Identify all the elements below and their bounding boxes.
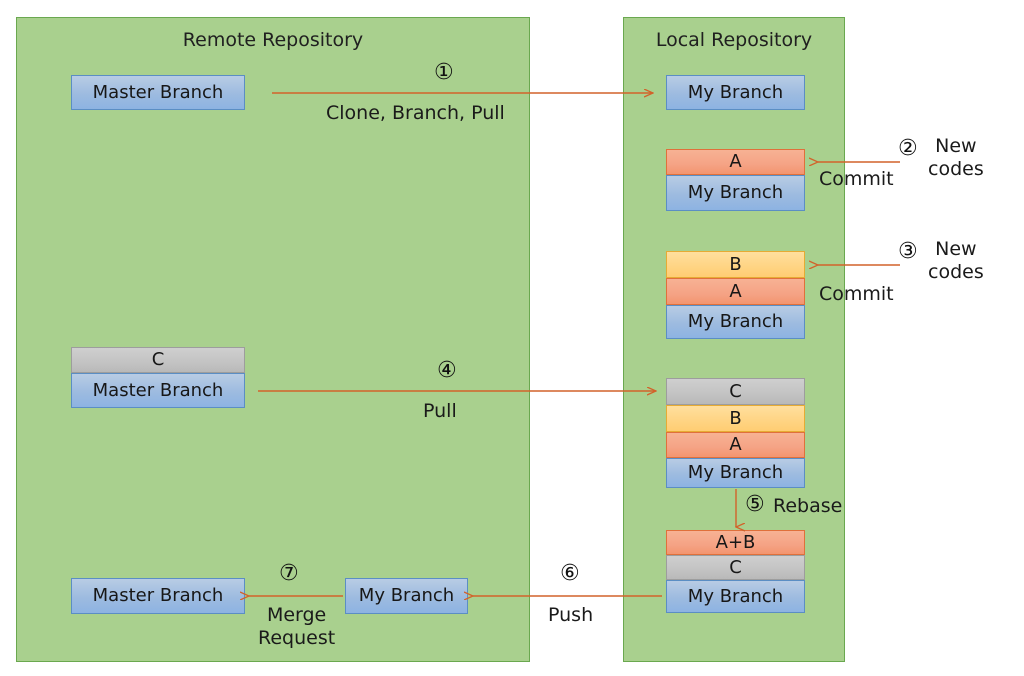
step-1-number: ① <box>434 60 454 85</box>
local-my-branch-3[interactable]: My Branch <box>666 305 805 339</box>
remote-master-branch-mid[interactable]: Master Branch <box>71 373 245 408</box>
step-3-number: ③ <box>898 239 918 264</box>
step-5-label: Rebase <box>773 495 843 517</box>
step-2-label: Commit <box>819 168 894 190</box>
local-commit-b-2[interactable]: B <box>666 405 805 432</box>
local-commit-c-1[interactable]: C <box>666 378 805 405</box>
local-commit-c-2[interactable]: C <box>666 555 805 580</box>
step-4-label: Pull <box>423 400 457 422</box>
step-1-label: Clone, Branch, Pull <box>326 102 505 124</box>
step-4-number: ④ <box>437 358 457 383</box>
local-my-branch-5[interactable]: My Branch <box>666 580 805 613</box>
step-2-number: ② <box>898 136 918 161</box>
step-7-label: Merge Request <box>258 604 336 649</box>
step-2-note: New codes <box>928 135 984 180</box>
local-repository-title: Local Repository <box>655 29 813 51</box>
local-commit-b-1[interactable]: B <box>666 251 805 278</box>
remote-my-branch-bottom[interactable]: My Branch <box>345 578 468 614</box>
local-commit-a-3[interactable]: A <box>666 432 805 458</box>
step-3-label: Commit <box>819 283 894 305</box>
local-commit-a-1[interactable]: A <box>666 149 805 175</box>
local-my-branch-2[interactable]: My Branch <box>666 175 805 211</box>
step-7-number: ⑦ <box>279 561 299 586</box>
step-6-number: ⑥ <box>560 561 580 586</box>
diagram-canvas: Remote Repository Local Repository Maste… <box>0 0 1024 676</box>
step-3-note: New codes <box>928 238 984 283</box>
local-commit-a-2[interactable]: A <box>666 278 805 305</box>
local-my-branch-1[interactable]: My Branch <box>666 75 805 110</box>
remote-commit-c[interactable]: C <box>71 347 245 373</box>
local-commit-ab[interactable]: A+B <box>666 530 805 555</box>
remote-master-branch-bottom[interactable]: Master Branch <box>71 578 245 614</box>
remote-master-branch-top[interactable]: Master Branch <box>71 75 245 110</box>
local-my-branch-4[interactable]: My Branch <box>666 458 805 488</box>
step-5-number: ⑤ <box>745 492 765 517</box>
remote-repository-title: Remote Repository <box>182 29 364 51</box>
step-6-label: Push <box>548 604 594 626</box>
